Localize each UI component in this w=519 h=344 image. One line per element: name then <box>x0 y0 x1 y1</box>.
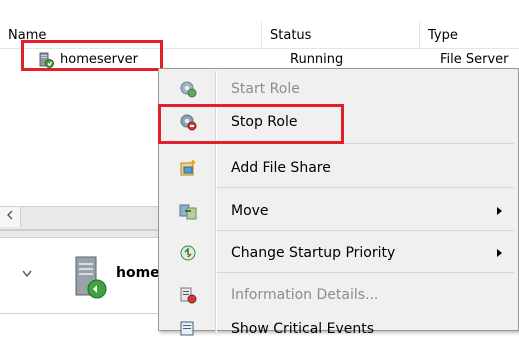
horizontal-scrollbar[interactable] <box>0 206 170 230</box>
menu-separator <box>217 187 514 188</box>
add-file-share-icon <box>179 159 197 177</box>
highlight-box-stop-role <box>158 104 344 144</box>
menu-item-label: Change Startup Priority <box>231 245 396 261</box>
menu-item-label: Add File Share <box>231 160 331 176</box>
toolbar-strip <box>0 0 519 22</box>
submenu-arrow-icon <box>497 249 502 257</box>
column-header-type[interactable]: Type <box>420 22 519 48</box>
start-role-icon <box>179 80 197 98</box>
move-icon <box>179 202 197 220</box>
menu-item-label: Move <box>231 203 269 219</box>
menu-item-change-startup-priority[interactable]: Change Startup Priority <box>161 238 516 268</box>
detail-panel-band <box>0 231 170 238</box>
menu-item-move[interactable]: Move <box>161 196 516 226</box>
menu-separator <box>217 272 514 273</box>
detail-panel: homeserver <box>0 230 210 333</box>
menu-item-label: Start Role <box>231 81 300 97</box>
priority-icon <box>179 244 197 262</box>
chevron-left-icon <box>7 210 13 220</box>
failover-cluster-window: Name Status Type homeserver Running File… <box>0 0 519 337</box>
column-header-status[interactable]: Status <box>262 22 420 48</box>
scroll-left-button[interactable] <box>0 207 21 227</box>
submenu-arrow-icon <box>497 207 502 215</box>
chevron-down-icon[interactable] <box>22 267 32 281</box>
menu-item-label: Show Critical Events <box>231 321 375 337</box>
server-large-icon <box>70 255 110 307</box>
menu-item-show-critical-events[interactable]: Show Critical Events <box>161 314 516 344</box>
highlight-box-server-name <box>21 40 163 71</box>
menu-item-start-role[interactable]: Start Role <box>161 74 516 104</box>
information-details-icon <box>179 286 197 304</box>
menu-item-label: Information Details... <box>231 287 379 303</box>
menu-item-information-details[interactable]: Information Details... <box>161 280 516 310</box>
critical-events-icon <box>179 320 197 338</box>
detail-lower-box <box>0 313 170 333</box>
menu-item-add-file-share[interactable]: Add File Share <box>161 153 516 183</box>
menu-separator <box>217 230 514 231</box>
